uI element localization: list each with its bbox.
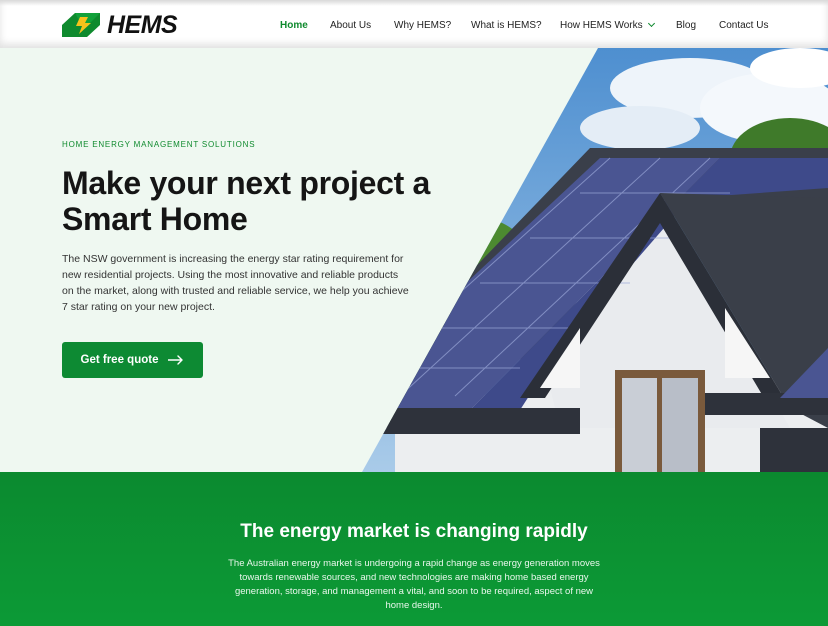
- nav-what-is-hems[interactable]: What is HEMS?: [471, 19, 542, 33]
- nav-how-hems-works[interactable]: How HEMS Works: [560, 19, 655, 33]
- nav-home[interactable]: Home: [280, 19, 308, 33]
- energy-market-section: The energy market is changing rapidly Th…: [0, 472, 828, 626]
- nav-about-us[interactable]: About Us: [330, 19, 371, 33]
- main-nav: Home About Us Why HEMS? What is HEMS? Ho…: [0, 19, 828, 35]
- get-free-quote-button[interactable]: Get free quote: [62, 342, 203, 378]
- hero-eyebrow: HOME ENERGY MANAGEMENT SOLUTIONS: [62, 140, 256, 149]
- nav-blog[interactable]: Blog: [676, 19, 696, 33]
- nav-how-hems-works-label: How HEMS Works: [560, 20, 643, 31]
- arrow-right-icon: [168, 355, 184, 365]
- site-header: HEMS Home About Us Why HEMS? What is HEM…: [0, 0, 828, 48]
- nav-contact-us[interactable]: Contact Us: [719, 19, 768, 33]
- nav-why-hems[interactable]: Why HEMS?: [394, 19, 451, 33]
- hero-title: Make your next project a Smart Home: [62, 165, 431, 237]
- hero-description: The NSW government is increasing the ene…: [62, 253, 409, 313]
- chevron-down-icon: [647, 19, 655, 28]
- hero-section: HOME ENERGY MANAGEMENT SOLUTIONS Make yo…: [0, 48, 828, 472]
- section-description: The Australian energy market is undergoi…: [228, 558, 600, 611]
- section-title: The energy market is changing rapidly: [240, 521, 588, 542]
- cta-label: Get free quote: [80, 354, 159, 366]
